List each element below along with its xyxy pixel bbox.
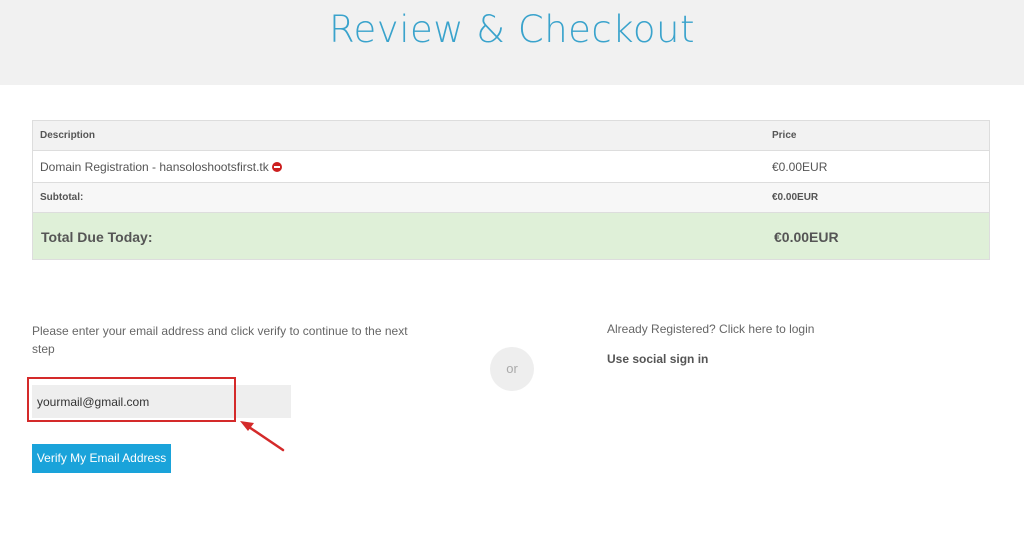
item-description: Domain Registration - hansoloshootsfirst… (40, 160, 269, 174)
total-value: €0.00EUR (774, 229, 839, 245)
cart-table: Description Price Domain Registration - … (32, 120, 990, 260)
total-label: Total Due Today: (41, 229, 153, 245)
verify-email-button[interactable]: Verify My Email Address (32, 444, 171, 473)
column-header-price: Price (772, 130, 797, 141)
table-row: Domain Registration - hansoloshootsfirst… (33, 151, 989, 183)
subtotal-label: Subtotal: (40, 192, 84, 203)
social-signin-label: Use social sign in (607, 352, 709, 366)
page-header: Review & Checkout (0, 0, 1024, 85)
item-description-cell: Domain Registration - hansoloshootsfirst… (40, 160, 282, 174)
subtotal-row: Subtotal: €0.00EUR (33, 183, 989, 213)
subtotal-value: €0.00EUR (772, 192, 819, 203)
email-field[interactable] (32, 385, 291, 418)
remove-icon[interactable] (271, 162, 282, 172)
table-header-row: Description Price (33, 121, 989, 151)
email-prompt-text: Please enter your email address and clic… (32, 324, 408, 356)
page-title: Review & Checkout (329, 8, 695, 51)
total-row: Total Due Today: €0.00EUR (33, 213, 989, 260)
or-divider: or (490, 347, 534, 391)
column-header-description: Description (40, 130, 96, 141)
login-link[interactable]: Already Registered? Click here to login (607, 322, 814, 336)
item-price: €0.00EUR (772, 160, 828, 174)
email-field-container (32, 385, 291, 418)
